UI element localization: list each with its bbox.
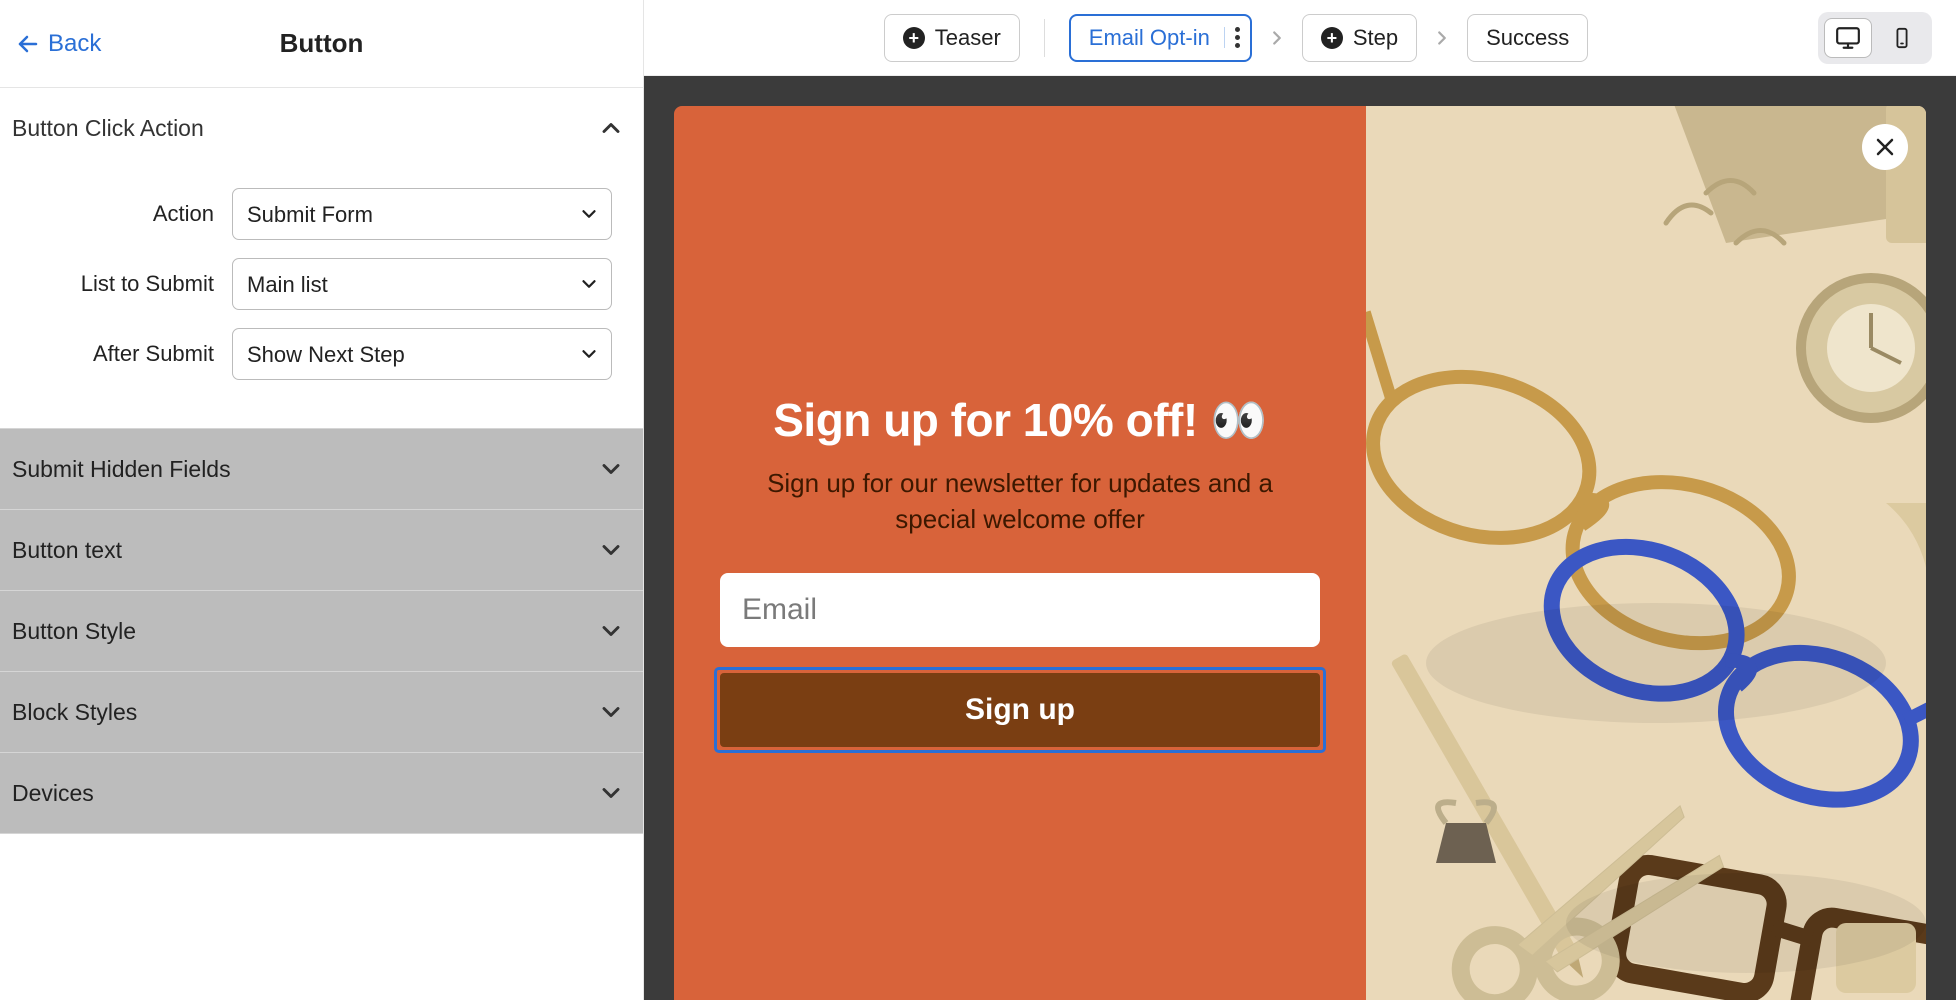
section-title: Button Style	[12, 618, 136, 645]
step-step[interactable]: + Step	[1302, 14, 1417, 62]
step-step-label: Step	[1353, 25, 1398, 51]
monitor-icon	[1835, 25, 1861, 51]
popup-left-panel: Sign up for 10% off! 👀 Sign up for our n…	[674, 106, 1366, 1000]
popup-heading[interactable]: Sign up for 10% off! 👀	[773, 393, 1266, 448]
popup-signup-button[interactable]: Sign up	[720, 673, 1320, 747]
sidebar-header: Back Button	[0, 0, 643, 88]
step-teaser-label: Teaser	[935, 25, 1001, 51]
editor-topbar: + Teaser Email Opt-in + Step Success	[644, 0, 1956, 76]
row-list: List to Submit Main list	[12, 258, 631, 310]
row-after: After Submit Show Next Step	[12, 328, 631, 380]
section-button-text: Button text	[0, 510, 643, 591]
section-content-click-action: Action Submit Form List to Submit Main l…	[0, 168, 643, 428]
chevron-down-icon	[597, 455, 625, 483]
chevron-down-icon	[597, 698, 625, 726]
back-button[interactable]: Back	[16, 30, 101, 58]
chevron-right-icon	[1266, 27, 1288, 49]
section-head-click-action[interactable]: Button Click Action	[0, 88, 643, 168]
plus-circle-icon: +	[903, 27, 925, 49]
section-head-button-style[interactable]: Button Style	[0, 591, 643, 671]
section-hidden-fields: Submit Hidden Fields	[0, 429, 643, 510]
device-desktop[interactable]	[1824, 18, 1872, 58]
arrow-left-icon	[16, 32, 40, 56]
step-success[interactable]: Success	[1467, 14, 1588, 62]
row-action: Action Submit Form	[12, 188, 631, 240]
section-button-style: Button Style	[0, 591, 643, 672]
section-title: Button text	[12, 537, 122, 564]
label-after: After Submit	[12, 341, 232, 367]
section-title: Button Click Action	[12, 115, 204, 142]
kebab-icon[interactable]	[1224, 27, 1240, 48]
step-email-optin[interactable]: Email Opt-in	[1069, 14, 1252, 62]
popup-subtext[interactable]: Sign up for our newsletter for updates a…	[750, 466, 1290, 536]
label-action: Action	[12, 201, 232, 227]
select-after[interactable]: Show Next Step	[232, 328, 612, 380]
section-block-styles: Block Styles	[0, 672, 643, 753]
section-head-devices[interactable]: Devices	[0, 753, 643, 833]
section-title: Block Styles	[12, 699, 137, 726]
main-canvas: + Teaser Email Opt-in + Step Success	[644, 0, 1956, 1000]
plus-circle-icon: +	[1321, 27, 1343, 49]
device-mobile[interactable]	[1878, 18, 1926, 58]
product-illustration	[1366, 106, 1926, 1000]
popup-image-panel[interactable]	[1366, 106, 1926, 1000]
select-action[interactable]: Submit Form	[232, 188, 612, 240]
step-email-optin-label: Email Opt-in	[1089, 25, 1210, 51]
chevron-up-icon	[597, 114, 625, 142]
chevron-right-icon	[1431, 27, 1453, 49]
divider	[1044, 19, 1045, 57]
select-list[interactable]: Main list	[232, 258, 612, 310]
popup-email-input[interactable]	[720, 573, 1320, 647]
step-teaser[interactable]: + Teaser	[884, 14, 1020, 62]
section-title: Devices	[12, 780, 94, 807]
step-success-label: Success	[1486, 25, 1569, 51]
popup-close-button[interactable]	[1862, 124, 1908, 170]
close-icon	[1873, 135, 1897, 159]
mobile-icon	[1891, 27, 1913, 49]
device-toggle	[1818, 12, 1932, 64]
chevron-down-icon	[597, 779, 625, 807]
section-head-button-text[interactable]: Button text	[0, 510, 643, 590]
back-label: Back	[48, 30, 101, 58]
section-head-hidden-fields[interactable]: Submit Hidden Fields	[0, 429, 643, 509]
chevron-down-icon	[597, 536, 625, 564]
section-title: Submit Hidden Fields	[12, 456, 231, 483]
preview-canvas: Sign up for 10% off! 👀 Sign up for our n…	[644, 76, 1956, 1000]
section-devices: Devices	[0, 753, 643, 834]
popup-button-selection[interactable]: Sign up	[714, 667, 1326, 753]
label-list: List to Submit	[12, 271, 232, 297]
section-button-click-action: Button Click Action Action Submit Form L…	[0, 88, 643, 429]
section-head-block-styles[interactable]: Block Styles	[0, 672, 643, 752]
settings-sidebar: Back Button Button Click Action Action S…	[0, 0, 644, 1000]
chevron-down-icon	[597, 617, 625, 645]
popup-preview: Sign up for 10% off! 👀 Sign up for our n…	[674, 106, 1926, 1000]
